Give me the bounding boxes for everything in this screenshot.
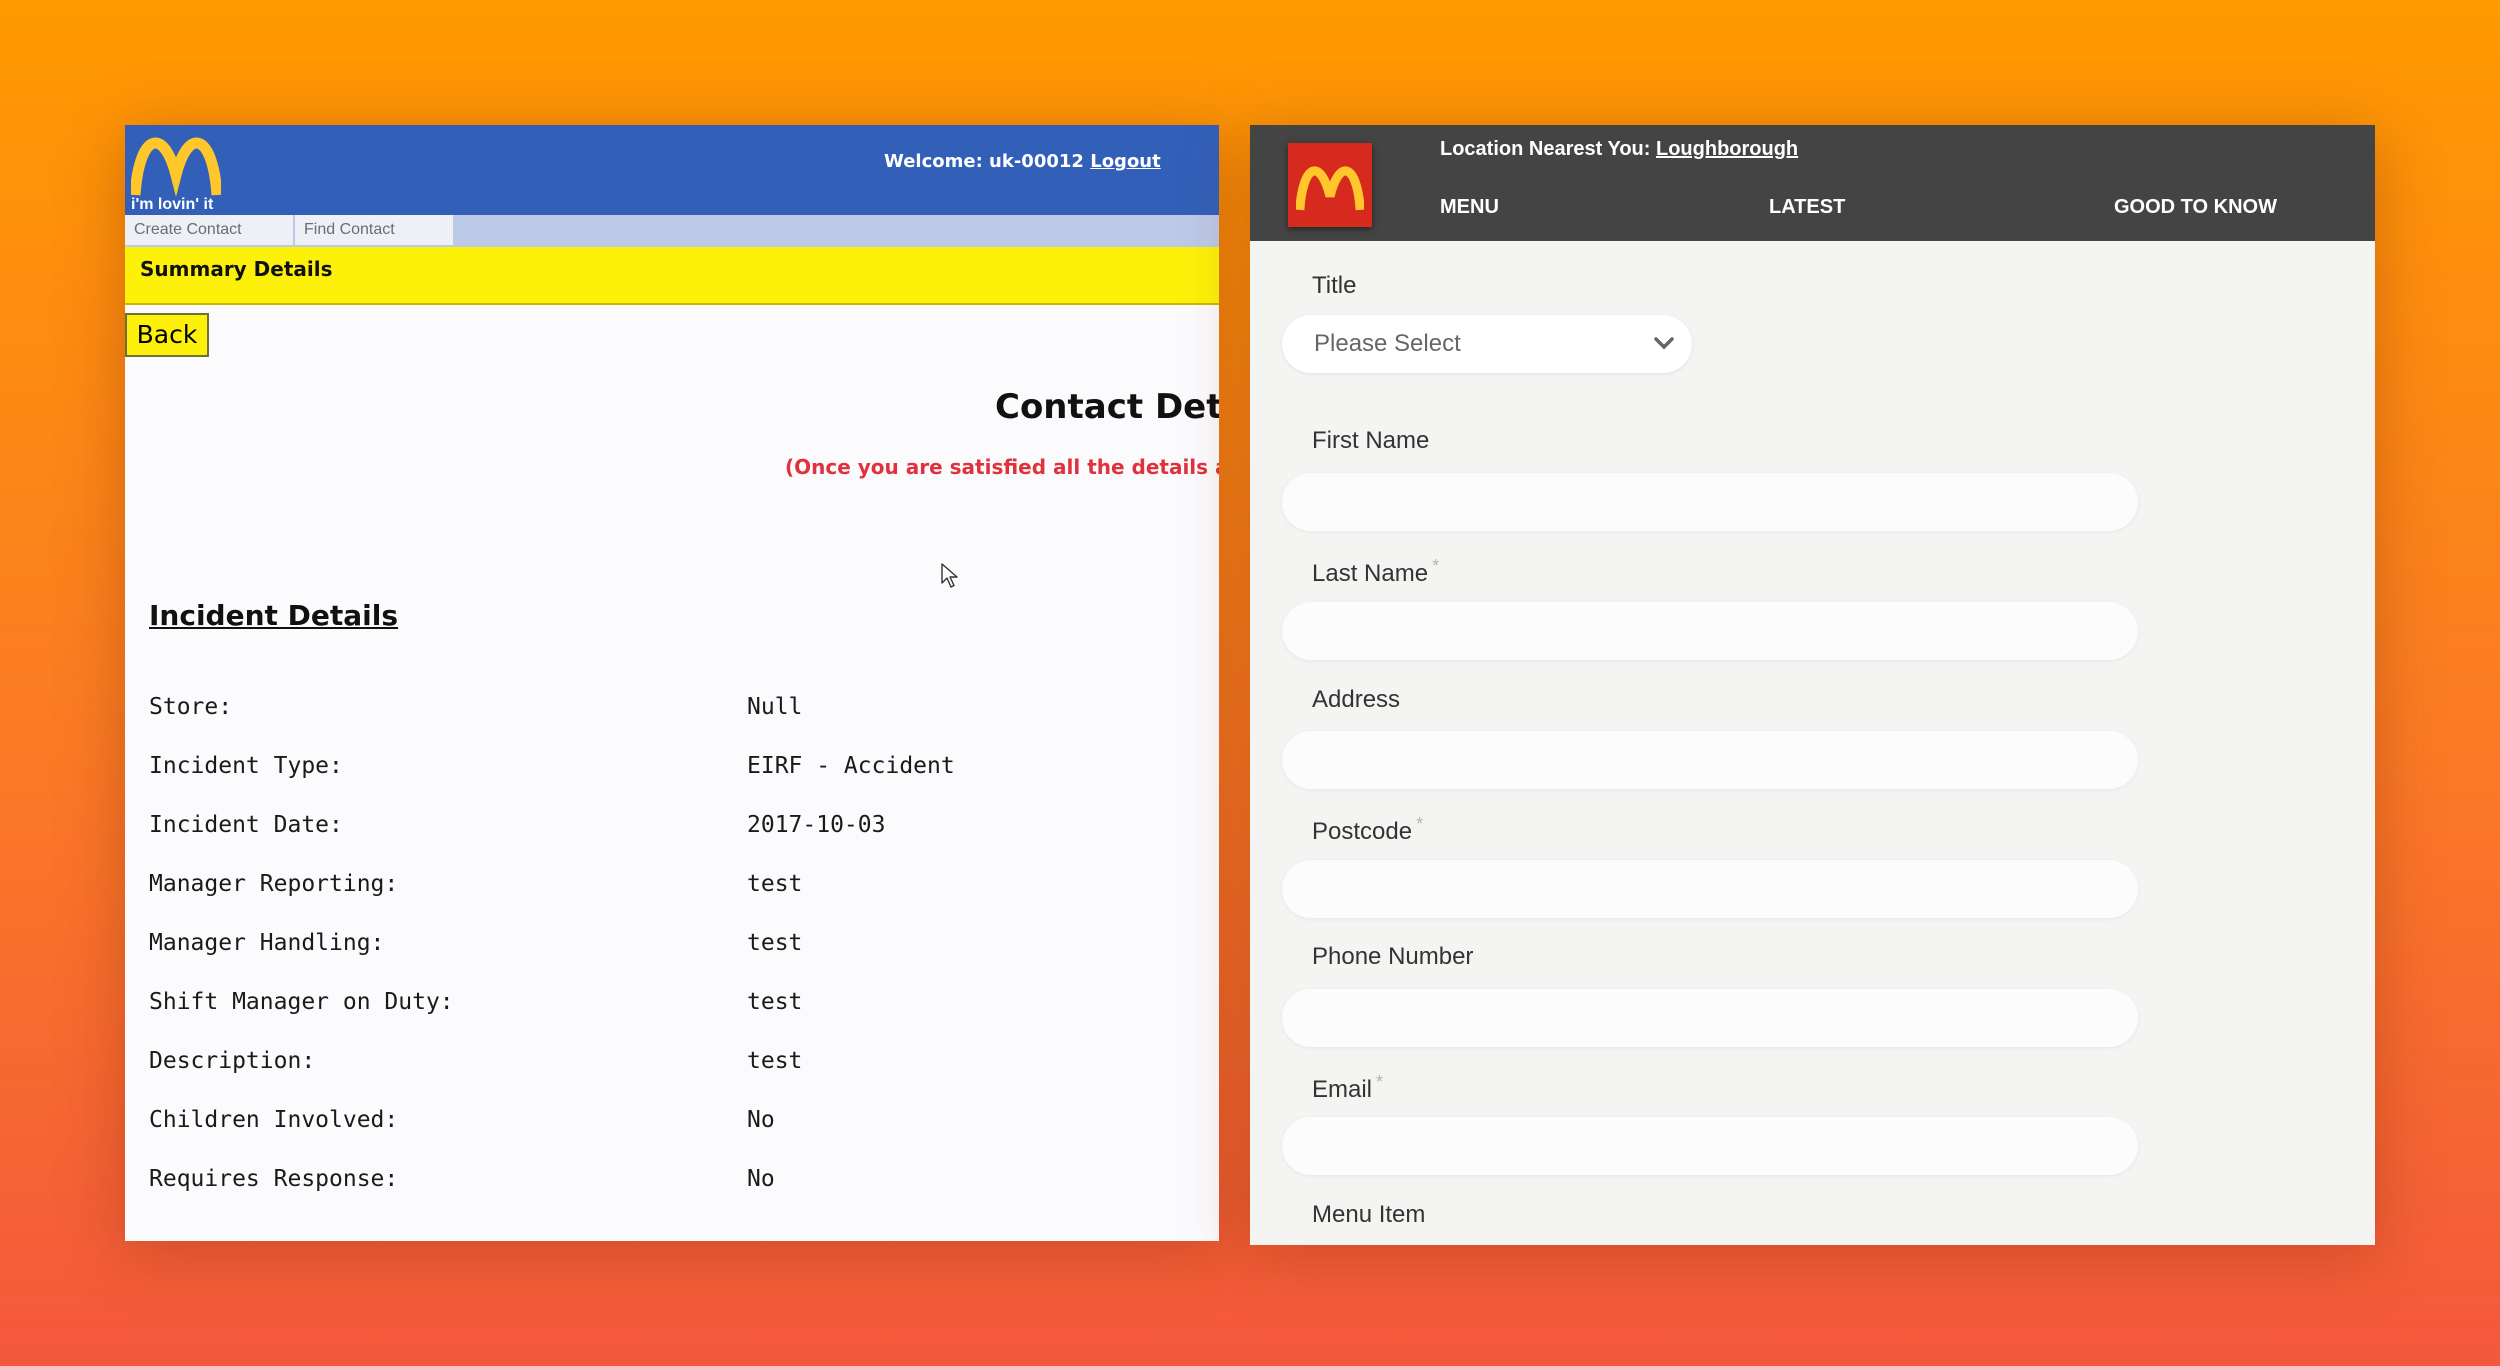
detail-row-requires-response: Requires Response: No xyxy=(125,1166,1219,1206)
detail-row-manager-handling: Manager Handling: test xyxy=(125,930,1219,970)
detail-label: Children Involved: xyxy=(149,1107,399,1133)
detail-label: Store: xyxy=(149,694,233,720)
detail-label: Manager Reporting: xyxy=(149,871,399,897)
menu-item-label: Menu Item xyxy=(1312,1201,1426,1228)
postcode-label: Postcode * xyxy=(1312,814,1423,846)
detail-row-shift-manager: Shift Manager on Duty: test xyxy=(125,989,1219,1029)
back-button[interactable]: Back xyxy=(125,313,209,357)
incident-details-heading: Incident Details xyxy=(149,599,399,632)
email-input[interactable] xyxy=(1282,1117,2138,1175)
address-label: Address xyxy=(1312,686,1401,713)
required-marker: * xyxy=(1376,1072,1384,1092)
last-name-label-text: Last Name xyxy=(1312,560,1429,587)
first-name-input[interactable] xyxy=(1282,473,2138,531)
last-name-input[interactable] xyxy=(1282,602,2138,660)
detail-label: Shift Manager on Duty: xyxy=(149,989,454,1015)
confirmation-notice: (Once you are satisfied all the details … xyxy=(785,455,1219,479)
detail-value: test xyxy=(747,989,803,1015)
nav-latest[interactable]: LATEST xyxy=(1769,196,1845,219)
detail-value: test xyxy=(747,930,803,956)
page-title: Contact Det xyxy=(995,387,1219,427)
tab-create-contact[interactable]: Create Contact xyxy=(125,215,295,245)
slogan-text: i'm lovin' it xyxy=(131,196,214,213)
golden-arches-icon xyxy=(1296,166,1364,211)
location-link[interactable]: Loughborough xyxy=(1656,138,1798,160)
detail-row-description: Description: test xyxy=(125,1048,1219,1088)
detail-value: No xyxy=(747,1166,775,1192)
detail-label: Description: xyxy=(149,1048,316,1074)
tab-find-contact[interactable]: Find Contact xyxy=(295,215,455,245)
detail-label: Incident Date: xyxy=(149,812,343,838)
required-marker: * xyxy=(1432,556,1440,576)
phone-number-label: Phone Number xyxy=(1312,943,1474,970)
detail-value: 2017-10-03 xyxy=(747,812,886,838)
detail-value: No xyxy=(747,1107,775,1133)
detail-row-incident-type: Incident Type: EIRF - Accident xyxy=(125,753,1219,793)
nav-tab-bar: Create Contact Find Contact xyxy=(125,215,1219,247)
nav-menu[interactable]: MENU xyxy=(1440,196,1499,219)
location-nearest: Location Nearest You: Loughborough xyxy=(1440,138,1798,161)
detail-label: Requires Response: xyxy=(149,1166,399,1192)
first-name-label: First Name xyxy=(1312,427,1430,454)
postcode-input[interactable] xyxy=(1282,860,2138,918)
welcome-text: Welcome: uk-00012 xyxy=(884,151,1084,172)
email-label: Email * xyxy=(1312,1072,1383,1104)
welcome-user: Welcome: uk-00012 Logout xyxy=(884,151,1161,172)
detail-value: Null xyxy=(747,694,803,720)
detail-value: EIRF - Accident xyxy=(747,753,955,779)
phone-number-input[interactable] xyxy=(1282,989,2138,1047)
detail-row-store: Store: Null xyxy=(125,694,1219,734)
site-header: Location Nearest You: Loughborough MENU … xyxy=(1250,125,2375,241)
address-input[interactable] xyxy=(1282,731,2138,789)
mouse-pointer-icon xyxy=(941,563,959,593)
chevron-down-icon xyxy=(1654,337,1674,350)
detail-row-manager-reporting: Manager Reporting: test xyxy=(125,871,1219,911)
required-marker: * xyxy=(1416,814,1424,834)
detail-label: Incident Type: xyxy=(149,753,343,779)
postcode-label-text: Postcode xyxy=(1312,818,1413,845)
contact-system-window: i'm lovin' it Welcome: uk-00012 Logout C… xyxy=(125,125,1219,1241)
summary-details-label: Summary Details xyxy=(140,257,333,281)
detail-value: test xyxy=(747,871,803,897)
location-label: Location Nearest You: xyxy=(1440,138,1651,160)
logout-link[interactable]: Logout xyxy=(1090,151,1161,172)
detail-value: test xyxy=(747,1048,803,1074)
top-header-bar: i'm lovin' it Welcome: uk-00012 Logout xyxy=(125,125,1219,215)
email-label-text: Email xyxy=(1312,1076,1373,1103)
title-select-value: Please Select xyxy=(1314,330,1461,357)
title-select[interactable]: Please Select xyxy=(1282,315,1692,373)
nav-good-to-know[interactable]: GOOD TO KNOW xyxy=(2114,196,2277,219)
summary-details-bar: Summary Details xyxy=(125,247,1219,305)
mcdonalds-logo[interactable] xyxy=(1288,143,1372,227)
detail-label: Manager Handling: xyxy=(149,930,385,956)
last-name-label: Last Name * xyxy=(1312,556,1439,588)
detail-row-children-involved: Children Involved: No xyxy=(125,1107,1219,1147)
detail-row-incident-date: Incident Date: 2017-10-03 xyxy=(125,812,1219,852)
title-label: Title xyxy=(1312,272,1357,299)
golden-arches-icon xyxy=(131,137,221,197)
contact-form-window: Location Nearest You: Loughborough MENU … xyxy=(1250,125,2375,1245)
